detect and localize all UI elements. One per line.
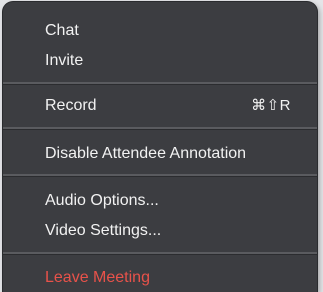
menu-item-label: Invite <box>45 52 84 69</box>
menu-item-label: Record <box>45 97 97 114</box>
menu-separator <box>3 174 317 177</box>
menu-item-label: Disable Attendee Annotation <box>45 145 247 162</box>
menu-item-label: Chat <box>45 22 79 39</box>
menu-separator <box>3 252 317 255</box>
menu-item-record[interactable]: Record ⌘⇧R <box>3 91 317 121</box>
menu-item-video-settings[interactable]: Video Settings... <box>3 216 317 246</box>
menu-item-leave-meeting[interactable]: Leave Meeting <box>3 263 317 292</box>
menu-item-invite[interactable]: Invite <box>3 46 317 76</box>
menu-item-label: Audio Options... <box>45 192 159 209</box>
menu-item-chat[interactable]: Chat <box>3 16 317 46</box>
menu-item-audio-options[interactable]: Audio Options... <box>3 186 317 216</box>
menu-separator <box>3 82 317 85</box>
context-menu: Chat Invite Record ⌘⇧R Disable Attendee … <box>3 2 317 292</box>
menu-item-label: Video Settings... <box>45 222 162 239</box>
menu-separator <box>3 127 317 130</box>
menu-item-disable-attendee-annotation[interactable]: Disable Attendee Annotation <box>3 139 317 169</box>
menu-item-label: Leave Meeting <box>45 269 150 286</box>
record-shortcut: ⌘⇧R <box>251 97 291 114</box>
